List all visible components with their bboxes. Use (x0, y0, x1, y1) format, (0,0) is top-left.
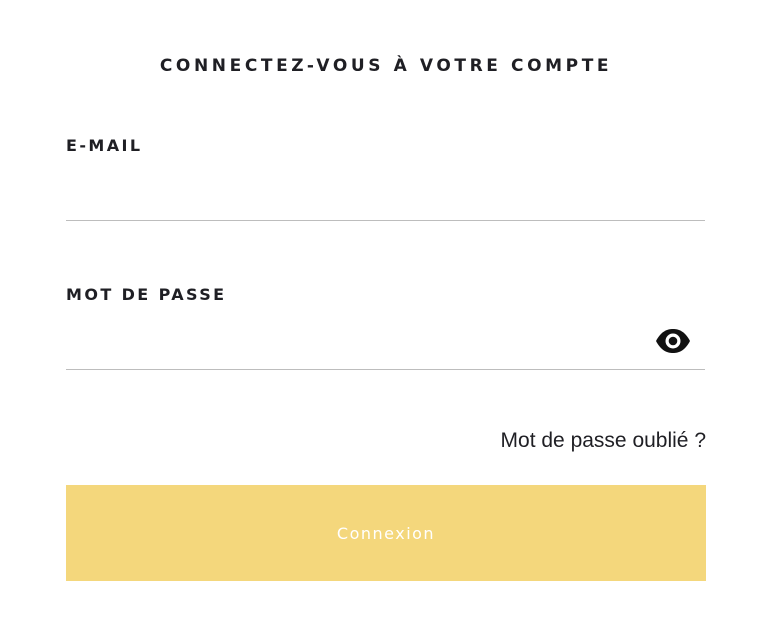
login-page: CONNECTEZ-VOUS À VOTRE COMPTE E-MAIL MOT… (0, 0, 782, 630)
password-label: MOT DE PASSE (66, 285, 227, 304)
forgot-password-link[interactable]: Mot de passe oublié ? (501, 429, 706, 453)
login-button[interactable]: Connexion (66, 485, 706, 581)
eye-icon (656, 329, 690, 353)
email-field[interactable] (66, 181, 705, 221)
email-label: E-MAIL (66, 136, 143, 155)
page-title: CONNECTEZ-VOUS À VOTRE COMPTE (159, 56, 613, 76)
show-password-toggle[interactable] (655, 328, 691, 354)
password-field[interactable] (66, 330, 705, 370)
